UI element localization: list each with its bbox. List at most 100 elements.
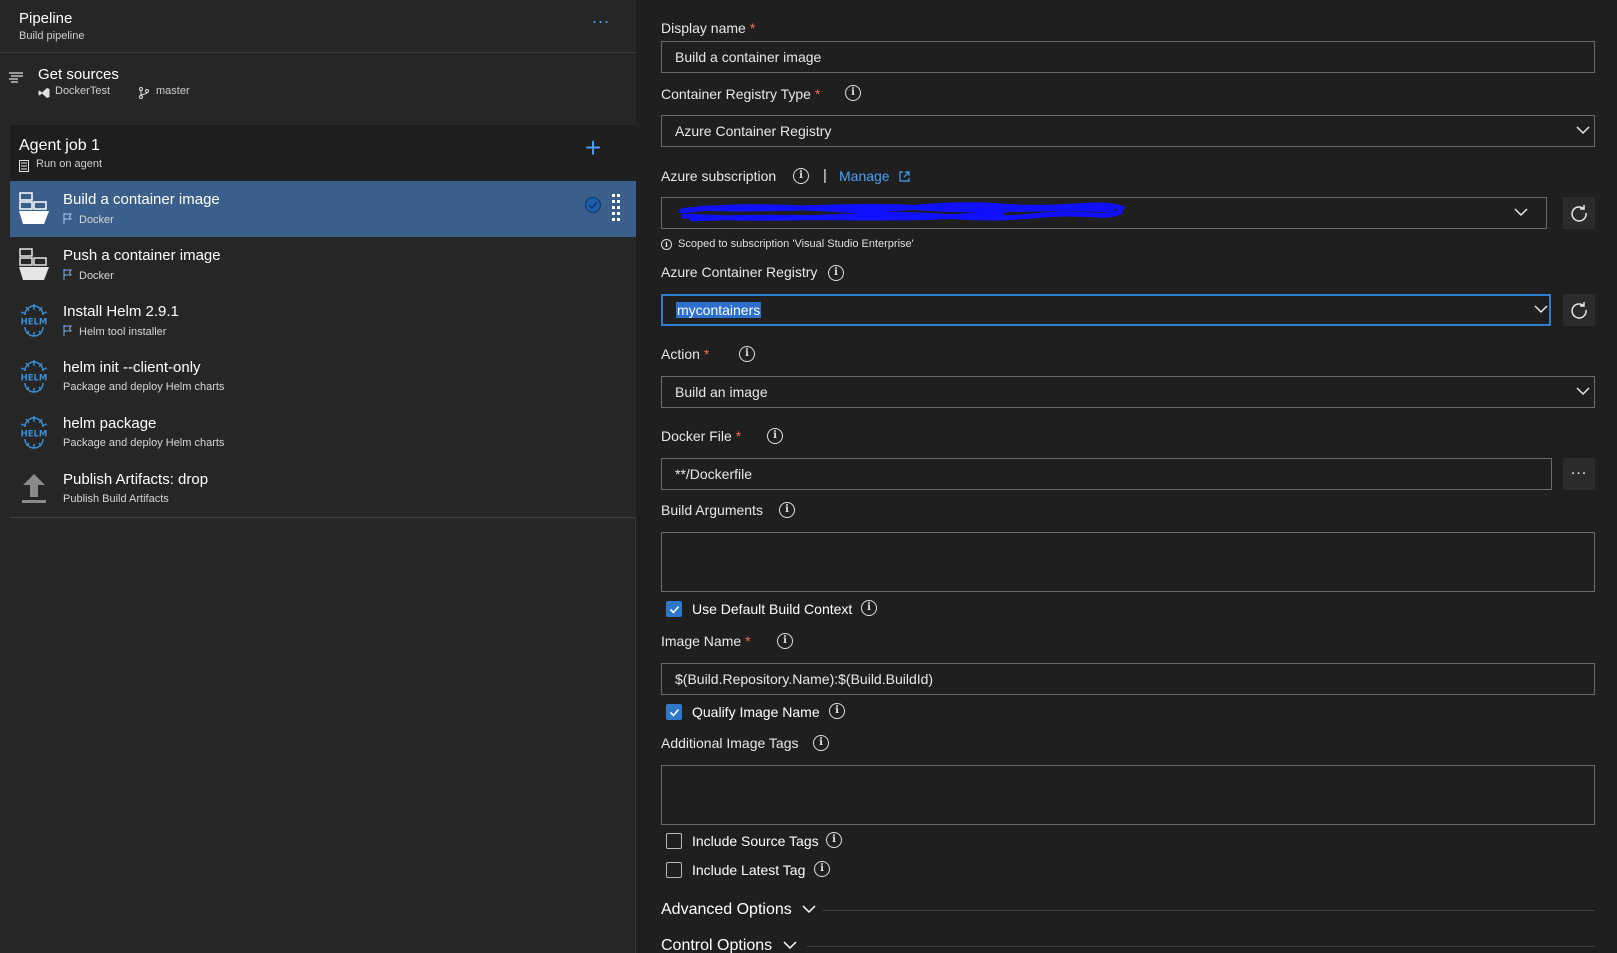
- chevron-down-icon: [802, 905, 816, 914]
- manage-link-label: Manage: [839, 168, 890, 184]
- upload-arrow-icon: [22, 474, 46, 503]
- task-subtitle: Package and deploy Helm charts: [63, 437, 225, 449]
- task-subtitle: Publish Build Artifacts: [63, 493, 169, 505]
- info-icon[interactable]: i: [861, 600, 877, 616]
- refresh-icon: [1571, 302, 1587, 319]
- image-name-input[interactable]: $(Build.Repository.Name):$(Build.BuildId…: [661, 663, 1595, 695]
- external-link-icon: [899, 171, 911, 182]
- include-latest-tag-checkbox[interactable]: [666, 862, 682, 878]
- pipeline-header[interactable]: Pipeline Build pipeline ...: [0, 0, 636, 53]
- task-subtitle: Package and deploy Helm charts: [63, 381, 225, 393]
- helm-icon: HELM: [21, 304, 48, 337]
- registry-type-select[interactable]: Azure Container Registry: [661, 115, 1595, 147]
- task-name: Build a container image: [63, 191, 220, 208]
- check-circle-icon: [584, 196, 602, 214]
- subscription-label: Azure subscription: [661, 168, 777, 184]
- task-name: helm init --client-only: [63, 359, 201, 376]
- control-options-toggle[interactable]: Control Options: [661, 937, 797, 953]
- task-list: Build a container image Docker Push a co…: [10, 181, 636, 517]
- add-task-button[interactable]: +: [582, 134, 604, 162]
- task-list-divider: [10, 517, 636, 518]
- task-item-push-image[interactable]: Push a container image Docker: [10, 237, 636, 293]
- refresh-subscription-button[interactable]: [1563, 197, 1595, 229]
- acr-value: mycontainers: [676, 302, 762, 318]
- drag-handle-icon[interactable]: [612, 193, 620, 223]
- pipeline-subtitle: Build pipeline: [19, 30, 85, 42]
- get-sources-item[interactable]: Get sources DockerTest master: [0, 54, 636, 124]
- task-item-publish-artifacts[interactable]: Publish Artifacts: drop Publish Build Ar…: [10, 461, 636, 517]
- docker-file-label: Docker File *: [661, 428, 742, 444]
- task-name: helm package: [63, 415, 157, 432]
- svg-text:HELM: HELM: [21, 318, 48, 328]
- task-item-install-helm[interactable]: HELM Install Helm 2.9.1 Helm tool instal…: [10, 293, 636, 349]
- redaction-scribble: [679, 202, 1125, 222]
- chevron-down-icon: [1534, 305, 1548, 314]
- docker-icon: [19, 192, 49, 224]
- info-icon[interactable]: i: [813, 735, 829, 751]
- info-icon: i: [661, 239, 672, 250]
- acr-label: Azure Container Registry: [661, 264, 818, 280]
- info-icon[interactable]: i: [814, 861, 830, 877]
- task-subtitle-text: Docker: [79, 214, 114, 226]
- chevron-down-icon: [1576, 126, 1590, 135]
- task-name: Publish Artifacts: drop: [63, 471, 209, 488]
- image-name-label: Image Name *: [661, 633, 751, 649]
- info-icon[interactable]: i: [845, 85, 861, 101]
- subscription-scope-note: Scoped to subscription 'Visual Studio En…: [678, 238, 914, 250]
- branch-name: master: [156, 85, 190, 97]
- chevron-down-icon: [783, 941, 797, 950]
- action-select[interactable]: Build an image: [661, 376, 1595, 408]
- repo-name: DockerTest: [55, 85, 111, 97]
- info-icon[interactable]: i: [829, 703, 845, 719]
- agent-job-item[interactable]: Agent job 1 Run on agent +: [10, 125, 636, 181]
- flag-icon: [63, 325, 72, 336]
- build-arguments-label: Build Arguments: [661, 502, 763, 518]
- checkmark-icon: [669, 605, 680, 614]
- default-build-context-checkbox[interactable]: [666, 601, 682, 617]
- build-arguments-textarea[interactable]: [661, 532, 1595, 592]
- chevron-down-icon: [1514, 208, 1528, 217]
- info-icon[interactable]: i: [779, 502, 795, 518]
- advanced-options-toggle[interactable]: Advanced Options: [661, 901, 816, 919]
- info-icon[interactable]: i: [739, 346, 755, 362]
- task-subtitle-text: Docker: [79, 270, 114, 282]
- acr-select[interactable]: mycontainers: [661, 294, 1551, 326]
- subscription-select[interactable]: [661, 197, 1547, 229]
- task-item-helm-init[interactable]: HELM helm init --client-only Package and…: [10, 349, 636, 405]
- visual-studio-icon: [38, 88, 50, 98]
- browse-docker-file-button[interactable]: ...: [1563, 458, 1595, 490]
- registry-type-label: Container Registry Type *: [661, 86, 821, 102]
- branch-icon: [139, 87, 149, 99]
- refresh-icon: [1571, 205, 1587, 222]
- task-item-build-image[interactable]: Build a container image Docker: [10, 181, 636, 237]
- task-name: Install Helm 2.9.1: [63, 303, 179, 320]
- separator: |: [823, 167, 827, 184]
- checkmark-icon: [669, 708, 680, 717]
- info-icon[interactable]: i: [828, 265, 844, 281]
- info-icon[interactable]: i: [777, 633, 793, 649]
- task-subtitle: Docker: [63, 269, 114, 282]
- helm-icon: HELM: [21, 360, 48, 393]
- more-options-button[interactable]: ...: [590, 8, 612, 32]
- refresh-registry-button[interactable]: [1563, 294, 1595, 326]
- agent-job-subtitle: Run on agent: [36, 158, 103, 170]
- display-name-input[interactable]: Build a container image: [661, 41, 1595, 73]
- info-icon[interactable]: i: [826, 832, 842, 848]
- manage-link[interactable]: Manage: [839, 168, 911, 184]
- qualify-image-name-label: Qualify Image Name: [692, 704, 820, 720]
- advanced-options-label: Advanced Options: [661, 901, 792, 918]
- include-source-tags-label: Include Source Tags: [692, 833, 819, 849]
- pipeline-panel: Pipeline Build pipeline ... Get sources …: [0, 0, 636, 953]
- section-divider: [807, 946, 1595, 947]
- docker-file-input[interactable]: **/Dockerfile: [661, 458, 1552, 490]
- sources-list-icon: [9, 72, 23, 83]
- qualify-image-name-checkbox[interactable]: [666, 704, 682, 720]
- include-source-tags-checkbox[interactable]: [666, 833, 682, 849]
- info-icon[interactable]: i: [793, 168, 809, 184]
- info-icon[interactable]: i: [767, 428, 783, 444]
- svg-text:HELM: HELM: [21, 374, 48, 384]
- additional-tags-textarea[interactable]: [661, 765, 1595, 825]
- task-item-helm-package[interactable]: HELM helm package Package and deploy Hel…: [10, 405, 636, 461]
- task-subtitle: Docker: [63, 213, 114, 226]
- get-sources-title: Get sources: [38, 66, 119, 83]
